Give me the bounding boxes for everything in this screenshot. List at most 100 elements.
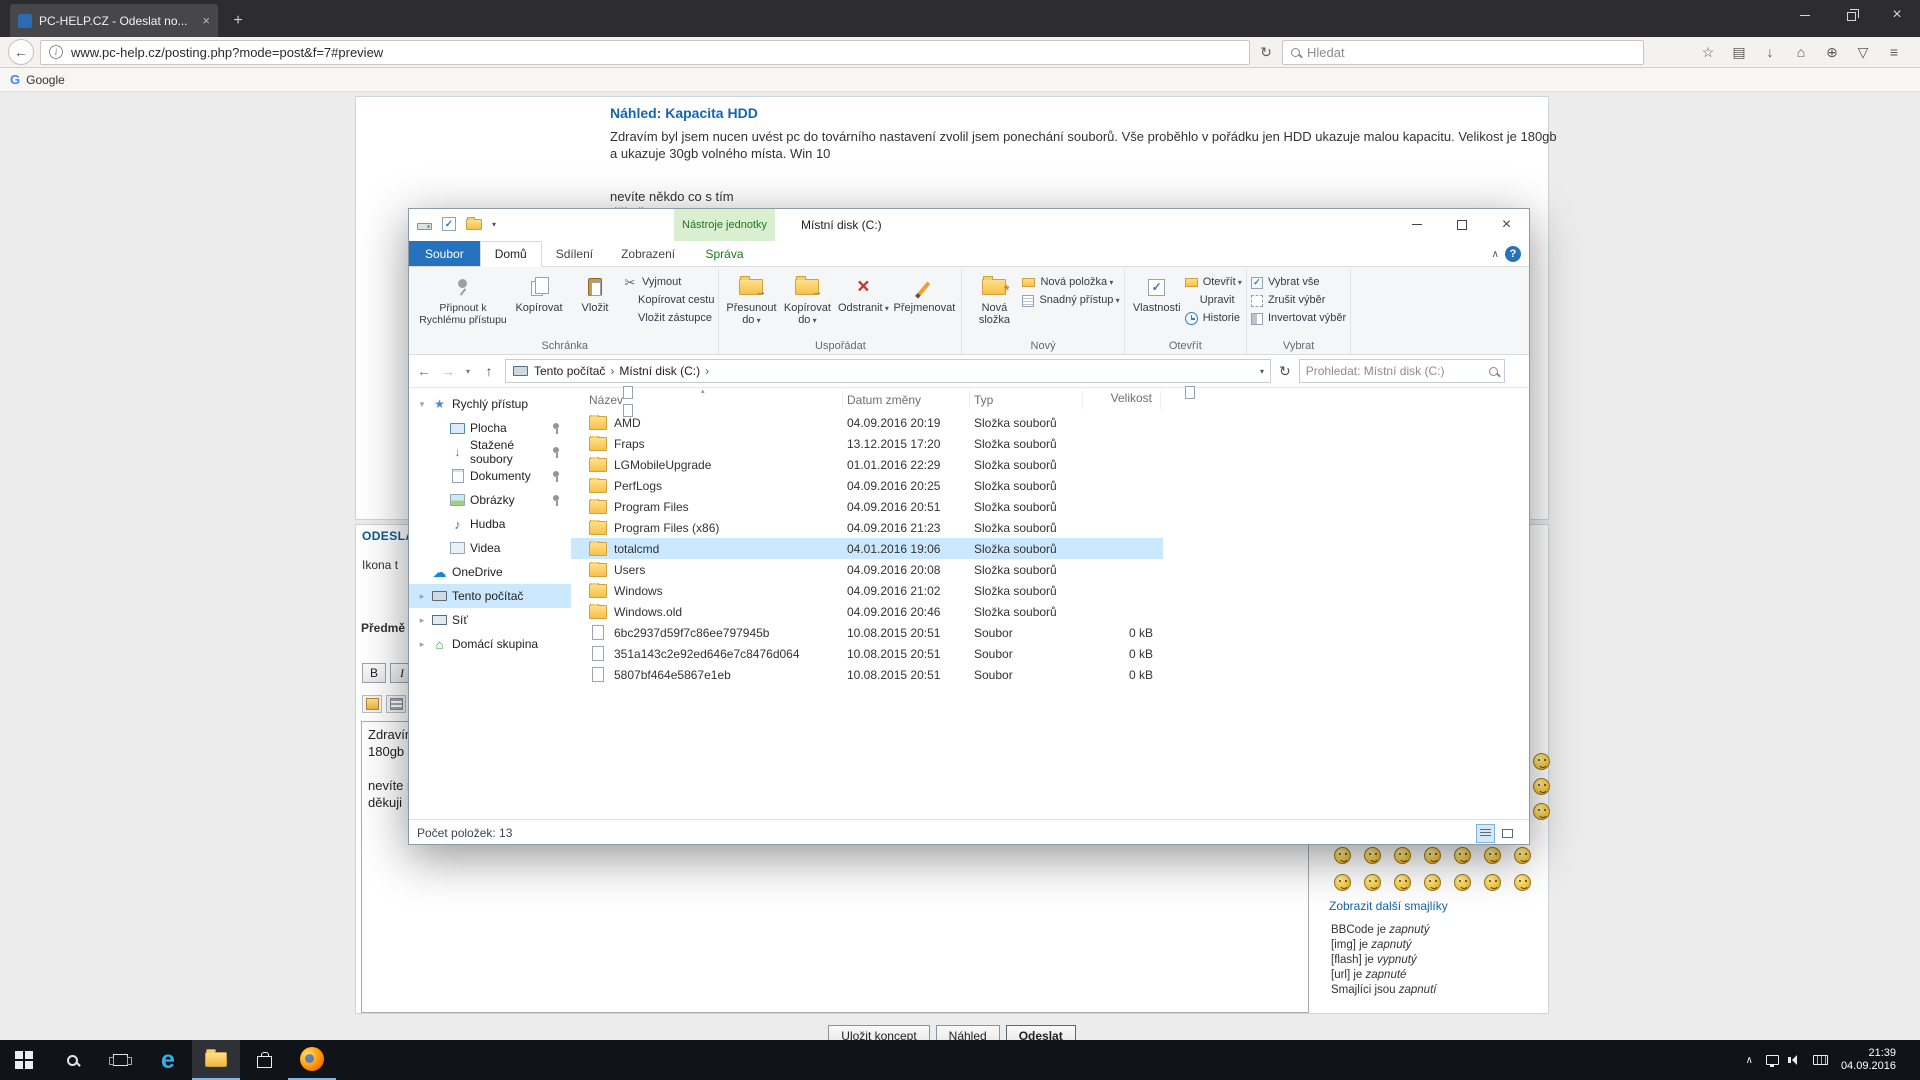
smiley-icon[interactable]	[1533, 803, 1550, 820]
browser-search-field[interactable]	[1282, 40, 1644, 65]
tab-manage[interactable]: Správa	[674, 241, 775, 266]
paste-shortcut-button[interactable]: Vložit zástupce	[623, 312, 714, 325]
new-item-button[interactable]: Nová položka	[1022, 276, 1119, 289]
smiley-icon[interactable]	[1533, 753, 1550, 770]
cut-button[interactable]: Vyjmout	[623, 276, 714, 289]
file-row[interactable]: 351a143c2e92ed646e7c8476d064 10.08.2015 …	[571, 643, 1163, 664]
smiley-icon[interactable]	[1364, 874, 1381, 891]
task-view-button[interactable]	[96, 1040, 144, 1080]
explorer-close-button[interactable]	[1484, 209, 1529, 240]
code-button[interactable]	[386, 695, 406, 713]
back-button[interactable]	[8, 39, 34, 65]
smiley-icon[interactable]	[1394, 874, 1411, 891]
file-row[interactable]: Program Files 04.09.2016 20:51 Složka so…	[571, 496, 1163, 517]
open-button[interactable]: Otevřít	[1185, 276, 1242, 289]
taskbar-search-button[interactable]	[48, 1040, 96, 1080]
smiley-icon[interactable]	[1364, 847, 1381, 864]
firefox-button[interactable]	[288, 1040, 336, 1080]
clock[interactable]: 21:39 04.09.2016	[1841, 1047, 1896, 1073]
edit-button[interactable]: Upravit	[1185, 294, 1242, 307]
explorer-back-button[interactable]: ←	[415, 363, 433, 379]
new-folder-button[interactable]: Nová složka	[966, 271, 1022, 329]
up-button[interactable]: ↑	[481, 363, 497, 379]
expand-chevron-icon[interactable]	[417, 591, 427, 602]
reload-button[interactable]	[1256, 44, 1276, 61]
font-colour-button[interactable]	[362, 695, 382, 713]
sync-icon[interactable]	[1824, 44, 1840, 61]
file-row[interactable]: Windows 04.09.2016 21:02 Složka souborů	[571, 580, 1163, 601]
explorer-forward-button[interactable]: →	[441, 363, 455, 379]
column-header-type[interactable]: Typ	[970, 391, 1083, 409]
sidebar-item[interactable]: Rychlý přístup	[409, 392, 571, 416]
sidebar-item[interactable]: Obrázky	[409, 488, 571, 512]
smiley-icon[interactable]	[1334, 874, 1351, 891]
explorer-minimize-button[interactable]	[1394, 209, 1439, 240]
file-row[interactable]: 6bc2937d59f7c86ee797945b 10.08.2015 20:5…	[571, 622, 1163, 643]
expand-chevron-icon[interactable]	[417, 399, 427, 410]
smiley-icon[interactable]	[1424, 874, 1441, 891]
start-button[interactable]	[0, 1040, 48, 1080]
column-header-date[interactable]: Datum změny	[843, 391, 970, 409]
browser-search-input[interactable]	[1307, 45, 1635, 60]
move-to-button[interactable]: Přesunout do	[723, 271, 779, 330]
properties-button[interactable]: Vlastnosti	[1129, 271, 1185, 317]
copy-button[interactable]: Kopírovat	[511, 271, 567, 317]
page-info-icon[interactable]	[49, 45, 63, 59]
file-row[interactable]: 5807bf464e5867e1eb 10.08.2015 20:51 Soub…	[571, 664, 1163, 685]
more-smilies-link[interactable]: Zobrazit další smajlíky	[1329, 899, 1448, 913]
home-icon[interactable]	[1793, 44, 1809, 61]
file-row[interactable]: Users 04.09.2016 20:08 Složka souborů	[571, 559, 1163, 580]
help-button[interactable]	[1505, 246, 1521, 262]
tray-expand-icon[interactable]	[1746, 1055, 1753, 1066]
pocket-icon[interactable]	[1855, 44, 1871, 61]
easy-access-button[interactable]: Snadný přístup	[1022, 294, 1119, 307]
breadcrumb-local-disk[interactable]: Místní disk (C:)	[619, 364, 700, 378]
qat-customize-icon[interactable]	[492, 220, 496, 229]
paste-button[interactable]: Vložit	[567, 271, 623, 317]
history-button[interactable]: Historie	[1185, 312, 1242, 325]
bold-button[interactable]: B	[362, 663, 386, 683]
select-none-button[interactable]: Zrušit výběr	[1251, 294, 1346, 307]
store-button[interactable]	[240, 1040, 288, 1080]
copy-path-button[interactable]: Kopírovat cestu	[623, 294, 714, 307]
browser-minimize-button[interactable]	[1782, 0, 1828, 30]
sidebar-item[interactable]: OneDrive	[409, 560, 571, 584]
copy-to-button[interactable]: Kopírovat do	[779, 271, 835, 330]
collapse-ribbon-icon[interactable]	[1492, 249, 1499, 260]
browser-restore-button[interactable]	[1828, 0, 1874, 30]
sidebar-item[interactable]: Síť	[409, 608, 571, 632]
smiley-icon[interactable]	[1454, 874, 1471, 891]
history-dropdown-icon[interactable]: ▾	[463, 367, 473, 376]
sidebar-item[interactable]: Hudba	[409, 512, 571, 536]
tab-file[interactable]: Soubor	[409, 241, 480, 266]
address-bar[interactable]	[40, 40, 1250, 65]
qat-new-folder-button[interactable]	[466, 219, 482, 230]
file-row[interactable]: Program Files (x86) 04.09.2016 21:23 Slo…	[571, 517, 1163, 538]
tab-close-icon[interactable]	[202, 13, 210, 28]
url-input[interactable]	[71, 45, 1241, 60]
bookmark-star-icon[interactable]	[1700, 44, 1716, 61]
volume-icon[interactable]	[1792, 1055, 1797, 1065]
sidebar-item[interactable]: Domácí skupina	[409, 632, 571, 656]
file-row[interactable]: AMD 04.09.2016 20:19 Složka souborů	[571, 412, 1163, 433]
file-row[interactable]: totalcmd 04.01.2016 19:06 Složka souborů	[571, 538, 1163, 559]
smiley-icon[interactable]	[1514, 847, 1531, 864]
tab-share[interactable]: Sdílení	[542, 241, 607, 266]
address-dropdown-icon[interactable]	[1260, 367, 1264, 376]
explorer-search-input[interactable]	[1306, 364, 1484, 378]
smiley-icon[interactable]	[1454, 847, 1471, 864]
smiley-icon[interactable]	[1484, 847, 1501, 864]
edge-button[interactable]	[144, 1040, 192, 1080]
browser-tab[interactable]: PC-HELP.CZ - Odeslat no...	[10, 4, 218, 37]
expand-chevron-icon[interactable]	[417, 639, 427, 650]
library-icon[interactable]	[1731, 44, 1747, 61]
file-explorer-button[interactable]	[192, 1040, 240, 1080]
breadcrumb-this-pc[interactable]: Tento počítač	[534, 364, 605, 378]
large-icons-view-button[interactable]	[1498, 824, 1517, 843]
file-row[interactable]: LGMobileUpgrade 01.01.2016 22:29 Složka …	[571, 454, 1163, 475]
refresh-button[interactable]	[1279, 363, 1291, 380]
explorer-search-box[interactable]	[1299, 359, 1505, 383]
sidebar-item[interactable]: Dokumenty	[409, 464, 571, 488]
explorer-maximize-button[interactable]	[1439, 209, 1484, 240]
column-header-name[interactable]: Název	[571, 391, 843, 409]
